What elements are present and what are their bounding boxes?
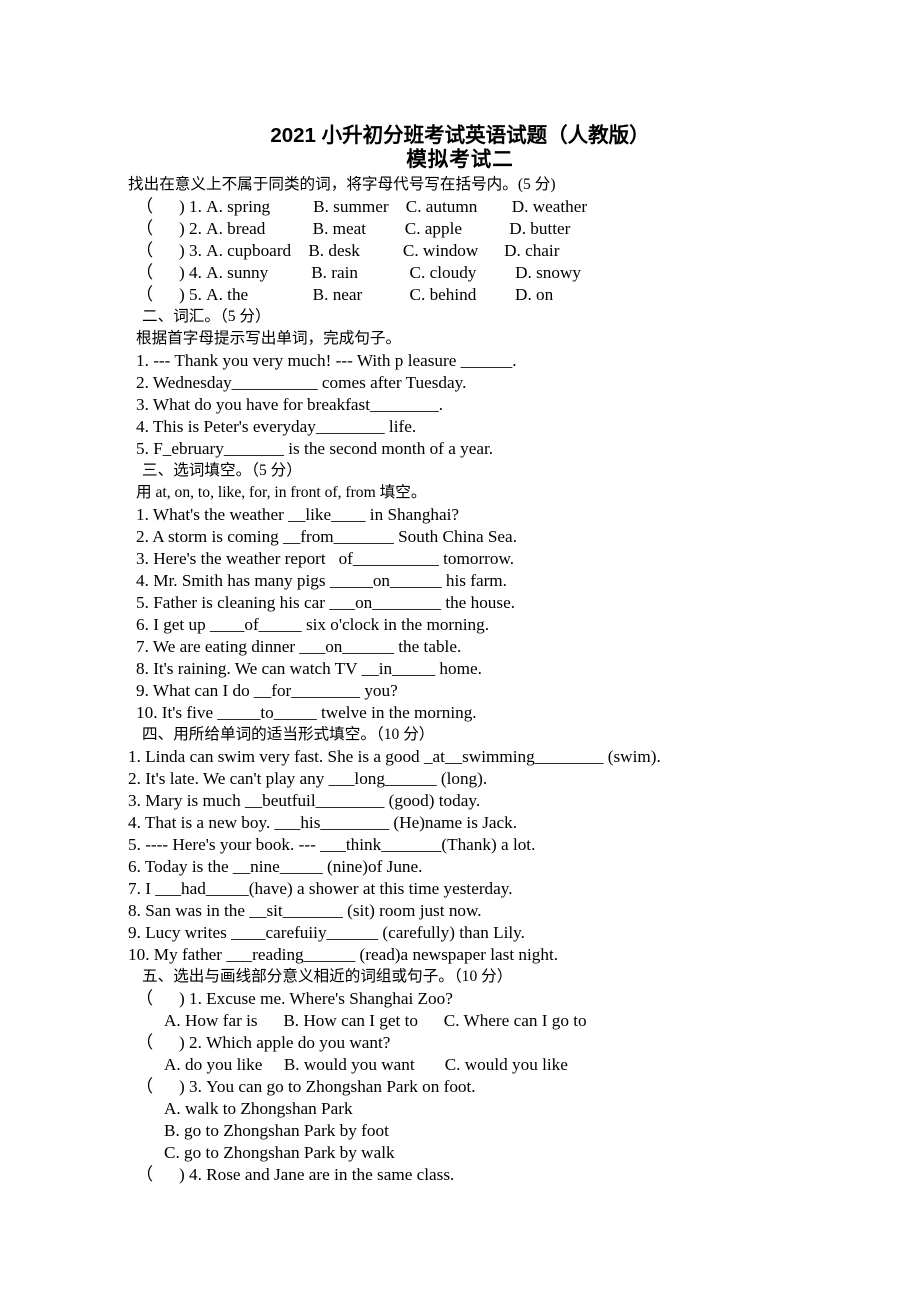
section-1-item-4: （ ) 4. A. sunny B. rain C. cloudy D. sno… <box>136 263 581 282</box>
section-4-item-8: 8. San was in the __sit_______ (sit) roo… <box>128 901 482 920</box>
section-2-item-5: 5. F_ebruary_______ is the second month … <box>136 439 494 458</box>
section-5-question-1-stem: （ ) 1. Excuse me. Where's Shanghai Zoo? <box>136 989 453 1008</box>
section-4-item-5: 5. ---- Here's your book. --- ___think__… <box>128 835 536 854</box>
section-1-item-5: （ ) 5. A. the B. near C. behind D. on <box>136 285 554 304</box>
section-3-item-8: 8. It's raining. We can watch TV __in___… <box>136 659 482 678</box>
exam-body: 找出在意义上不属于同类的词，将字母代号写在括号内。(5 分) （ ) 1. A.… <box>128 174 868 1186</box>
document-title: 2021 小升初分班考试英语试题（人教版） 模拟考试二 <box>0 124 920 172</box>
section-4-item-6: 6. Today is the __nine_____ (nine)of Jun… <box>128 857 423 876</box>
section-5-question-3-choice-a: A. walk to Zhongshan Park <box>164 1099 353 1118</box>
section-5-question-2-choices: A. do you like B. would you want C. woul… <box>164 1055 568 1074</box>
section-4-item-1: 1. Linda can swim very fast. She is a go… <box>128 747 661 766</box>
section-3-item-3: 3. Here's the weather report of_________… <box>136 549 515 568</box>
section-5-question-3-choice-b: B. go to Zhongshan Park by foot <box>164 1121 389 1140</box>
section-3-item-10: 10. It's five _____to_____ twelve in the… <box>136 703 477 722</box>
title-line-main: 2021 小升初分班考试英语试题（人教版） <box>270 124 650 147</box>
section-4-heading: 四、用所给单词的适当形式填空。（10 分） <box>142 726 435 743</box>
section-4-item-4: 4. That is a new boy. ___his________ (He… <box>128 813 518 832</box>
section-1-item-1: （ ) 1. A. spring B. summer C. autumn D. … <box>136 197 588 216</box>
section-5-question-3-choice-c: C. go to Zhongshan Park by walk <box>164 1143 395 1162</box>
section-2-instruction: 根据首字母提示写出单词，完成句子。 <box>136 330 402 347</box>
section-2-item-3: 3. What do you have for breakfast_______… <box>136 395 444 414</box>
section-3-item-4: 4. Mr. Smith has many pigs _____on______… <box>136 571 507 590</box>
section-4-item-7: 7. I ___had_____(have) a shower at this … <box>128 879 513 898</box>
section-4-item-3: 3. Mary is much __beutfuil________ (good… <box>128 791 481 810</box>
section-5-question-2-stem: （ ) 2. Which apple do you want? <box>136 1033 391 1052</box>
section-3-instruction: 用 at, on, to, like, for, in front of, fr… <box>136 484 427 501</box>
section-5-question-1-choices: A. How far is B. How can I get to C. Whe… <box>164 1011 587 1030</box>
section-3-heading: 三、选词填空。（5 分） <box>142 462 302 479</box>
section-3-item-2: 2. A storm is coming __from_______ South… <box>136 527 517 546</box>
section-2-heading: 二、词汇。（5 分） <box>142 308 271 325</box>
section-4-item-2: 2. It's late. We can't play any ___long_… <box>128 769 488 788</box>
section-1-item-3: （ ) 3. A. cupboard B. desk C. window D. … <box>136 241 560 260</box>
section-5-question-4-stem: （ ) 4. Rose and Jane are in the same cla… <box>136 1165 455 1184</box>
section-3-item-1: 1. What's the weather __like____ in Shan… <box>136 505 460 524</box>
section-4-item-10: 10. My father ___reading______ (read)a n… <box>128 945 559 964</box>
title-line-subtitle: 模拟考试二 <box>406 148 514 171</box>
section-3-item-5: 5. Father is cleaning his car ___on_____… <box>136 593 516 612</box>
section-1-item-2: （ ) 2. A. bread B. meat C. apple D. butt… <box>136 219 571 238</box>
section-2-item-4: 4. This is Peter's everyday________ life… <box>136 417 417 436</box>
section-3-item-9: 9. What can I do __for________ you? <box>136 681 398 700</box>
section-3-item-7: 7. We are eating dinner ___on______ the … <box>136 637 462 656</box>
section-2-item-1: 1. --- Thank you very much! --- With p l… <box>136 351 517 370</box>
section-1-instruction: 找出在意义上不属于同类的词，将字母代号写在括号内。(5 分) <box>128 176 556 193</box>
section-2-item-2: 2. Wednesday__________ comes after Tuesd… <box>136 373 467 392</box>
section-5-heading: 五、选出与画线部分意义相近的词组或句子。（10 分） <box>142 968 513 985</box>
section-3-item-6: 6. I get up ____of_____ six o'clock in t… <box>136 615 490 634</box>
section-5-question-3-stem: （ ) 3. You can go to Zhongshan Park on f… <box>136 1077 476 1096</box>
exam-paper-page: 2021 小升初分班考试英语试题（人教版） 模拟考试二 找出在意义上不属于同类的… <box>0 0 920 1302</box>
section-4-item-9: 9. Lucy writes ____carefuiiy______ (care… <box>128 923 525 942</box>
